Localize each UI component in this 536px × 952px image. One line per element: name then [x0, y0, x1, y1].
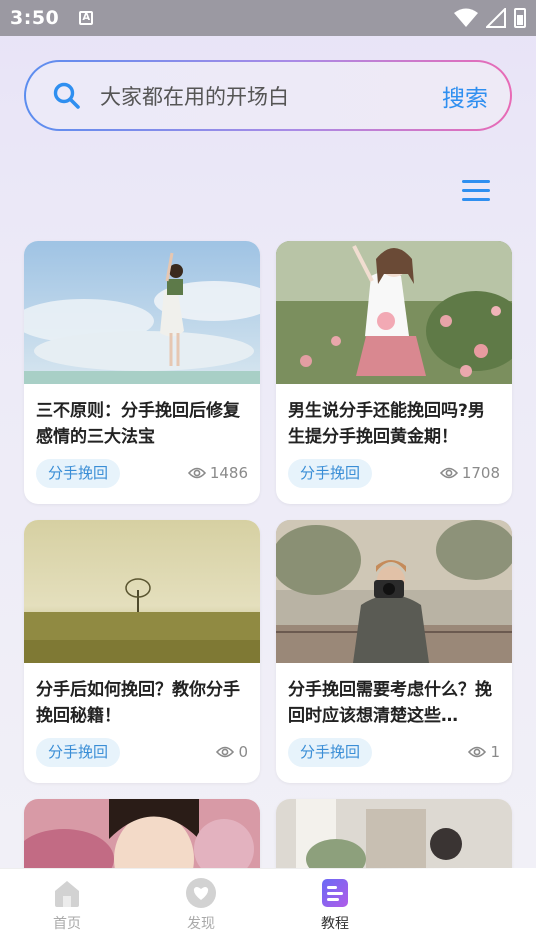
article-footer: 分手挽回 1486 — [36, 458, 248, 488]
category-tag[interactable]: 分手挽回 — [36, 737, 121, 767]
status-time: 3:50 — [10, 7, 60, 29]
home-icon — [55, 881, 79, 907]
battery-icon — [514, 8, 526, 28]
app-screen: 3:50 A 大家都在用的开场白 搜索 三不原则：分手挽回后修复感情的三大法宝 … — [0, 0, 536, 952]
view-count-value: 0 — [238, 743, 248, 761]
notification-a-icon: A — [79, 11, 94, 25]
article-image-girl-sky — [24, 241, 260, 384]
eye-icon — [216, 746, 235, 758]
nav-discover[interactable]: 发现 — [134, 869, 268, 952]
signal-icon — [486, 8, 506, 28]
article-footer: 分手挽回 0 — [36, 737, 248, 767]
search-button[interactable]: 搜索 — [442, 79, 488, 113]
article-footer: 分手挽回 1 — [288, 737, 500, 767]
article-image-man-camera — [276, 520, 512, 663]
eye-icon — [187, 467, 206, 479]
article-card[interactable]: 男生说分手还能挽回吗?男生提分手挽回黄金期！ 分手挽回 1708 — [276, 241, 512, 504]
view-count: 1486 — [187, 464, 248, 482]
article-image-lone-tree — [24, 520, 260, 663]
nav-home[interactable]: 首页 — [0, 869, 134, 952]
tutorial-doc-icon — [322, 879, 348, 907]
article-title: 分手后如何挽回？教你分手挽回秘籍！ — [36, 680, 240, 726]
eye-icon — [439, 467, 458, 479]
article-card[interactable]: 三不原则：分手挽回后修复感情的三大法宝 分手挽回 1486 — [24, 241, 260, 504]
menu-icon[interactable] — [462, 180, 492, 202]
nav-label: 首页 — [53, 916, 81, 932]
article-footer: 分手挽回 1708 — [288, 458, 500, 488]
nav-label: 发现 — [187, 916, 215, 932]
article-title: 三不原则：分手挽回后修复感情的三大法宝 — [36, 401, 240, 447]
article-card-partial[interactable] — [24, 799, 260, 879]
view-count: 0 — [216, 743, 248, 761]
category-tag[interactable]: 分手挽回 — [288, 458, 373, 488]
article-card[interactable]: 分手挽回需要考虑什么？挽回时应该想清楚这些… 分手挽回 1 — [276, 520, 512, 783]
status-icons — [454, 8, 526, 28]
view-count-value: 1708 — [461, 464, 500, 482]
wifi-icon — [454, 8, 478, 27]
category-tag[interactable]: 分手挽回 — [36, 458, 121, 488]
article-image-girl-flowers — [276, 241, 512, 384]
article-grid: 三不原则：分手挽回后修复感情的三大法宝 分手挽回 1486 男生说分手还能挽回吗… — [24, 241, 512, 879]
article-card[interactable]: 分手后如何挽回？教你分手挽回秘籍！ 分手挽回 0 — [24, 520, 260, 783]
search-input[interactable]: 大家都在用的开场白 — [100, 81, 442, 111]
discover-heart-icon — [186, 878, 216, 908]
view-count-value: 1486 — [209, 464, 248, 482]
article-image-girl-portrait — [24, 799, 260, 879]
eye-icon — [468, 746, 487, 758]
view-count-value: 1 — [490, 743, 500, 761]
nav-label: 教程 — [321, 916, 349, 932]
search-inner: 大家都在用的开场白 搜索 — [26, 62, 510, 129]
search-icon — [53, 82, 80, 109]
article-title: 分手挽回需要考虑什么？挽回时应该想清楚这些… — [288, 680, 492, 726]
view-count: 1 — [468, 743, 500, 761]
article-title: 男生说分手还能挽回吗?男生提分手挽回黄金期！ — [288, 401, 485, 447]
nav-tutorial[interactable]: 教程 — [268, 869, 402, 952]
category-tag[interactable]: 分手挽回 — [288, 737, 373, 767]
article-image-room — [276, 799, 512, 879]
search-bar[interactable]: 大家都在用的开场白 搜索 — [24, 60, 512, 131]
bottom-nav: 首页 发现 教程 — [0, 868, 536, 952]
article-card-partial[interactable] — [276, 799, 512, 879]
view-count: 1708 — [439, 464, 500, 482]
status-bar: 3:50 A — [0, 0, 536, 36]
